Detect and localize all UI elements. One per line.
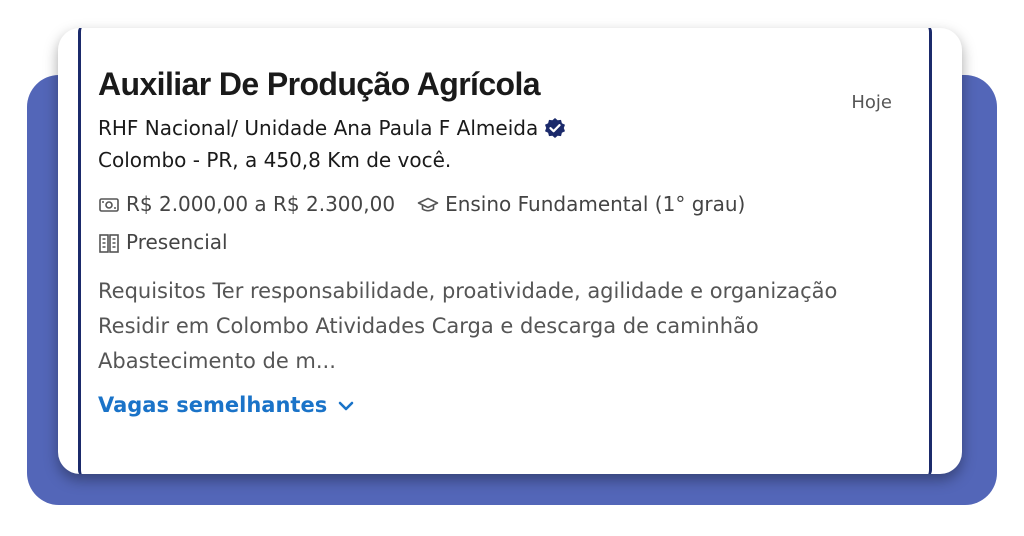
similar-jobs-link[interactable]: Vagas semelhantes [98,393,898,417]
education-info: Ensino Fundamental (1° grau) [417,190,745,218]
money-icon [98,194,120,214]
chevron-down-icon[interactable] [337,396,355,414]
verified-check-icon [544,117,566,139]
salary-range: R$ 2.000,00 a R$ 2.300,00 [126,192,396,216]
company-row: RHF Nacional/ Unidade Ana Paula F Almeid… [98,114,898,142]
salary-info: R$ 2.000,00 a R$ 2.300,00 [98,190,395,218]
job-meta-row: R$ 2.000,00 a R$ 2.300,00 Ensino Fundame… [98,190,898,218]
job-title[interactable]: Auxiliar De Produção Agrícola [98,64,898,104]
graduation-cap-icon [417,194,439,214]
job-description: Requisitos Ter responsabilidade, proativ… [98,279,838,373]
job-location: Colombo - PR, a 450,8 Km de você. [98,148,452,172]
job-card[interactable]: Hoje Auxiliar De Produção Agrícola RHF N… [58,28,962,474]
building-icon [98,232,120,253]
work-mode-row: Presencial [98,228,898,256]
education-level: Ensino Fundamental (1° grau) [445,192,746,216]
work-mode: Presencial [126,230,228,254]
similar-jobs-label[interactable]: Vagas semelhantes [98,393,327,417]
job-card-content: Auxiliar De Produção Agrícola RHF Nacion… [98,64,898,417]
work-mode-info: Presencial [98,228,228,256]
company-name[interactable]: RHF Nacional/ Unidade Ana Paula F Almeid… [98,114,538,142]
